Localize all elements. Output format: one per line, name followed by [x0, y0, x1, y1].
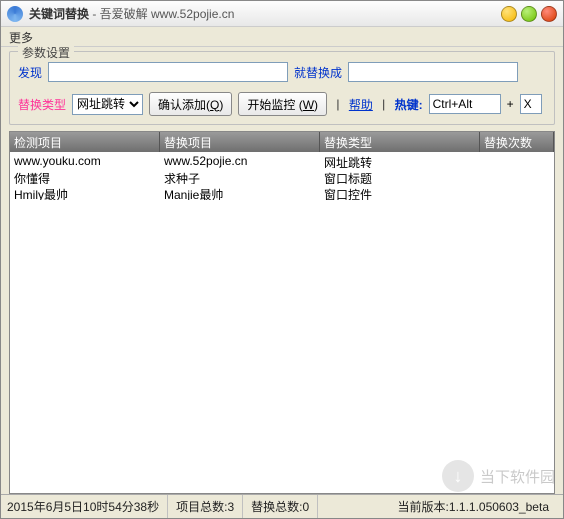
cell: 窗口标题: [320, 168, 480, 184]
find-label: 发现: [18, 64, 42, 81]
cell: 求种子: [160, 168, 320, 184]
cell: Manjie最帅: [160, 184, 320, 200]
confirm-add-button[interactable]: 确认添加(Q): [149, 92, 232, 116]
table-row[interactable]: Hmily最帅Manjie最帅窗口控件: [10, 184, 554, 200]
row-controls: 替换类型 网址跳转 确认添加(Q) 开始监控 (W) | 帮助 | 热键: +: [18, 92, 546, 116]
table-row[interactable]: 你懂得求种子窗口标题: [10, 168, 554, 184]
type-label: 替换类型: [18, 96, 66, 113]
separator: |: [333, 97, 343, 111]
hotkey-key-input[interactable]: [520, 94, 542, 114]
find-input[interactable]: [48, 62, 288, 82]
replace-input[interactable]: [348, 62, 518, 82]
list-header: 检测项目 替换项目 替换类型 替换次数: [10, 132, 554, 152]
col-type[interactable]: 替换类型: [320, 132, 480, 152]
status-version: 当前版本:1.1.1.050603_beta: [398, 495, 557, 518]
list-body[interactable]: www.youku.comwww.52pojie.cn网址跳转你懂得求种子窗口标…: [10, 152, 554, 493]
cell: [480, 152, 554, 168]
title-main: 关键词替换: [29, 7, 89, 21]
hotkey-mod-input[interactable]: [429, 94, 501, 114]
title-sub: - 吾爱破解 www.52pojie.cn: [89, 7, 234, 21]
panel-legend: 参数设置: [18, 44, 74, 61]
window-title: 关键词替换 - 吾爱破解 www.52pojie.cn: [29, 5, 234, 22]
col-count[interactable]: 替换次数: [480, 132, 554, 152]
cell: www.youku.com: [10, 152, 160, 168]
type-select[interactable]: 网址跳转: [72, 94, 143, 115]
maximize-button[interactable]: [521, 6, 537, 22]
cell: 窗口控件: [320, 184, 480, 200]
col-detect[interactable]: 检测项目: [10, 132, 160, 152]
app-icon: [7, 6, 23, 22]
start-monitor-button[interactable]: 开始监控 (W): [238, 92, 327, 116]
replace-label: 就替换成: [294, 64, 342, 81]
list-view: 检测项目 替换项目 替换类型 替换次数 www.youku.comwww.52p…: [9, 131, 555, 494]
cell: www.52pojie.cn: [160, 152, 320, 168]
status-bar: 2015年6月5日10时54分38秒 项目总数:3 替换总数:0 当前版本:1.…: [1, 494, 563, 518]
status-project-count: 项目总数:3: [176, 495, 243, 518]
cell: 你懂得: [10, 168, 160, 184]
cell: 网址跳转: [320, 152, 480, 168]
close-button[interactable]: [541, 6, 557, 22]
minimize-button[interactable]: [501, 6, 517, 22]
cell: [480, 184, 554, 200]
row-find-replace: 发现 就替换成: [18, 62, 546, 82]
window-buttons: [501, 6, 557, 22]
settings-panel: 参数设置 发现 就替换成 替换类型 网址跳转 确认添加(Q) 开始监控 (W) …: [9, 51, 555, 125]
separator: |: [379, 97, 389, 111]
cell: Hmily最帅: [10, 184, 160, 200]
status-replace-count: 替换总数:0: [251, 495, 318, 518]
hotkey-label: 热键:: [395, 96, 423, 113]
app-window: 关键词替换 - 吾爱破解 www.52pojie.cn 更多 参数设置 发现 就…: [0, 0, 564, 519]
col-replace[interactable]: 替换项目: [160, 132, 320, 152]
title-bar[interactable]: 关键词替换 - 吾爱破解 www.52pojie.cn: [1, 1, 563, 27]
menu-more[interactable]: 更多: [9, 31, 33, 45]
table-row[interactable]: www.youku.comwww.52pojie.cn网址跳转: [10, 152, 554, 168]
help-link[interactable]: 帮助: [349, 96, 373, 113]
cell: [480, 168, 554, 184]
status-time: 2015年6月5日10时54分38秒: [7, 495, 168, 518]
menu-bar: 更多: [1, 27, 563, 47]
plus-sign: +: [507, 97, 514, 111]
